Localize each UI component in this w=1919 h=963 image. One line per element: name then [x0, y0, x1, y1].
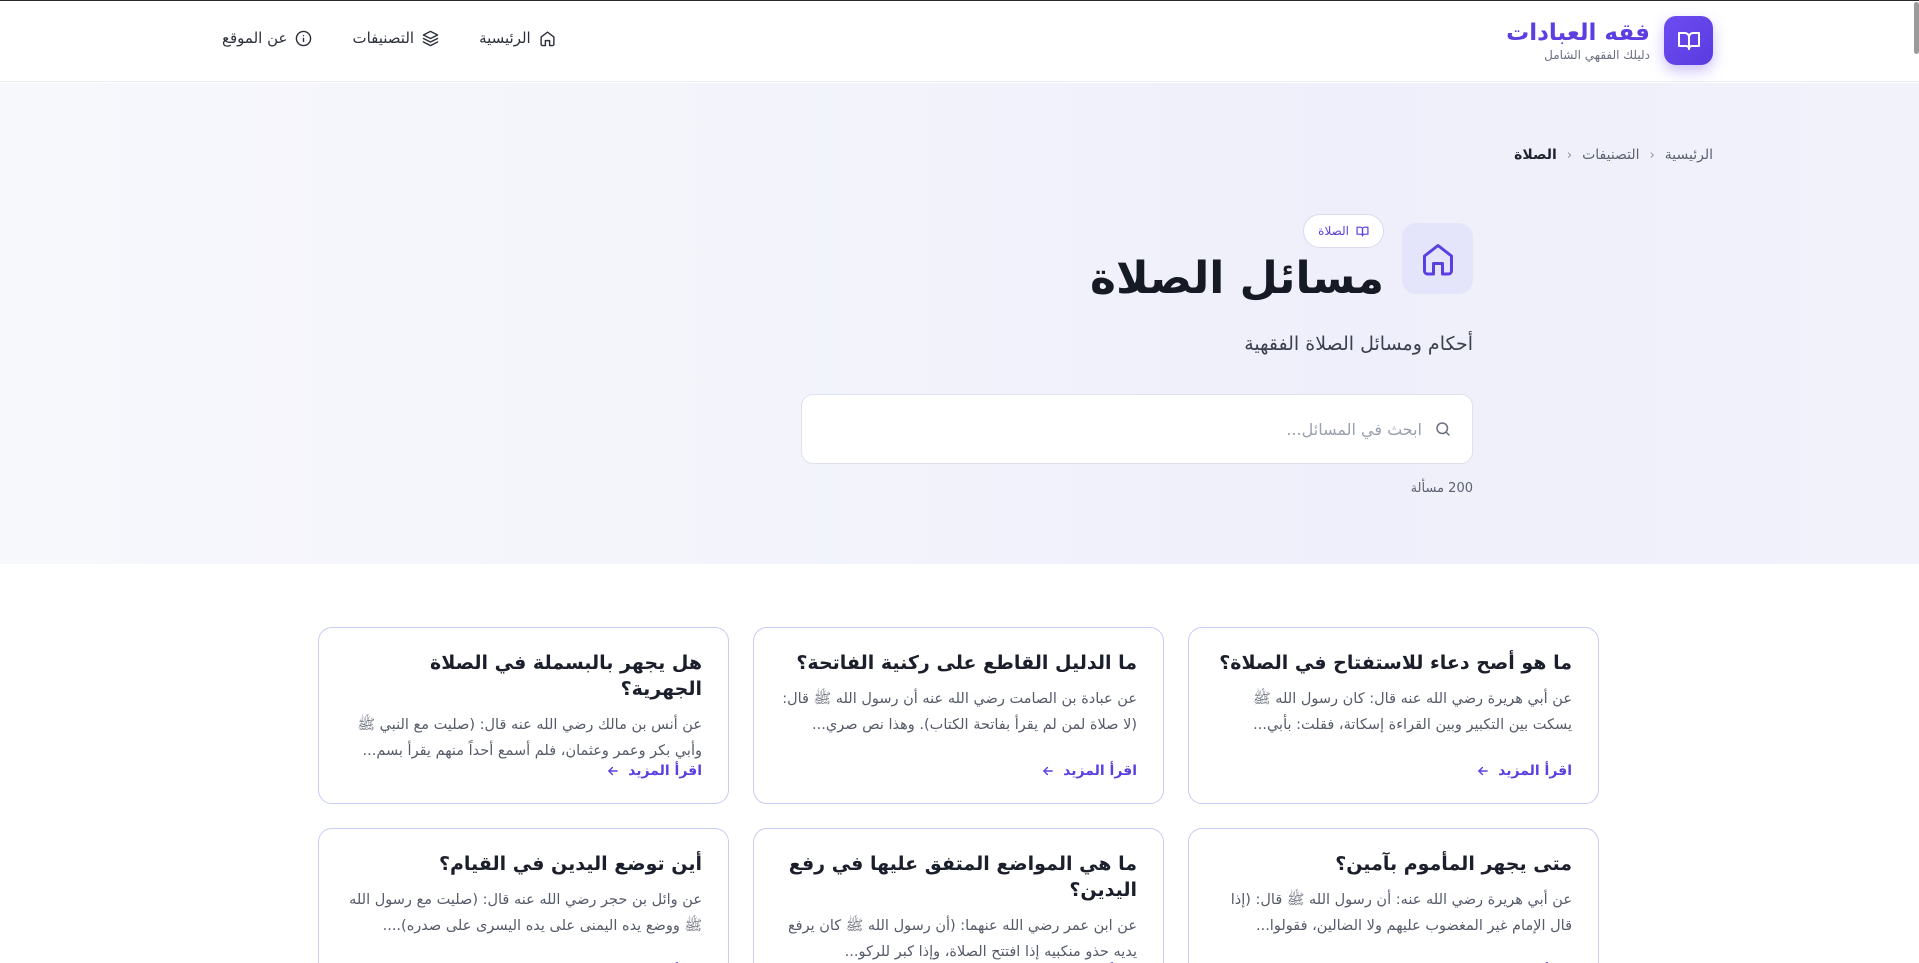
home-icon	[1422, 243, 1453, 275]
page-title: مسائل الصلاة	[1090, 253, 1384, 304]
card-excerpt: عن عبادة بن الصامت رضي الله عنه أن رسول …	[782, 691, 1137, 733]
card-title: ما هو أصح دعاء للاستفتاح في الصلاة؟	[1219, 652, 1572, 674]
book-open-icon	[1664, 16, 1713, 65]
arrow-left-icon	[608, 766, 618, 776]
brand-title: فقه العبادات	[1506, 19, 1650, 46]
nav-about[interactable]: عن الموقع	[222, 29, 312, 47]
card-excerpt: عن أبي هريرة رضي الله عنه قال: كان رسول …	[1253, 691, 1572, 733]
question-card[interactable]: متى يجهر المأموم بآمين؟ عن أبي هريرة رضي…	[1188, 828, 1599, 963]
card-excerpt: عن وائل بن حجر رضي الله عنه قال: (صليت م…	[349, 892, 702, 934]
category-tag: الصلاة	[1303, 214, 1384, 248]
card-title: ما الدليل القاطع على ركنية الفاتحة؟	[796, 652, 1137, 674]
card-title: متى يجهر المأموم بآمين؟	[1335, 853, 1572, 875]
arrow-left-icon	[1478, 766, 1488, 776]
read-more-label: اقرأ المزيد	[1498, 763, 1572, 779]
question-card[interactable]: أين توضع اليدين في القيام؟ عن وائل بن حج…	[318, 828, 729, 963]
question-card[interactable]: ما الدليل القاطع على ركنية الفاتحة؟ عن ع…	[753, 627, 1164, 804]
chevron-left-icon: ‹	[1649, 147, 1655, 163]
read-more-label: اقرأ المزيد	[628, 763, 702, 779]
site-header: فقه العبادات دليلك الفقهي الشامل الرئيسي…	[0, 1, 1919, 82]
nav-home[interactable]: الرئيسية	[479, 29, 556, 47]
question-card[interactable]: هل يجهر بالبسملة في الصلاة الجهرية؟ عن أ…	[318, 627, 729, 804]
search-input[interactable]	[862, 419, 1422, 439]
breadcrumb-categories[interactable]: التصنيفات	[1582, 147, 1640, 163]
category-tag-label: الصلاة	[1318, 224, 1349, 238]
brand-subtitle: دليلك الفقهي الشامل	[1544, 47, 1650, 62]
card-title: أين توضع اليدين في القيام؟	[438, 853, 702, 875]
nav-categories-label: التصنيفات	[352, 29, 415, 47]
card-title: ما هي المواضع المتفق عليها في رفع اليدين…	[788, 853, 1137, 901]
card-excerpt: عن أنس بن مالك رضي الله عنه قال: (صليت م…	[357, 717, 703, 759]
nav-categories[interactable]: التصنيفات	[352, 29, 439, 47]
questions-grid: ما هو أصح دعاء للاستفتاح في الصلاة؟ عن أ…	[318, 627, 1599, 963]
info-icon	[296, 30, 312, 46]
read-more-link[interactable]: اقرأ المزيد	[1476, 763, 1572, 779]
book-open-icon	[1356, 226, 1369, 236]
arrow-left-icon	[1043, 766, 1053, 776]
chevron-left-icon: ‹	[1566, 147, 1573, 163]
home-icon	[540, 30, 555, 46]
read-more-label: اقرأ المزيد	[1063, 763, 1137, 779]
page-subtitle: أحكام ومسائل الصلاة الفقهية	[1244, 333, 1473, 355]
breadcrumb-home[interactable]: الرئيسية	[1665, 147, 1713, 163]
category-hero: الرئيسية ‹ التصنيفات ‹ الصلاة الصلاة مسا…	[0, 83, 1919, 564]
nav-about-label: عن الموقع	[222, 29, 288, 47]
breadcrumb-current: الصلاة	[1514, 147, 1557, 163]
brand-text: فقه العبادات دليلك الفقهي الشامل	[1506, 19, 1650, 63]
results-count: 200 مسألة	[1410, 481, 1473, 496]
card-excerpt: عن ابن عمر رضي الله عنهما: (أن رسول الله…	[787, 918, 1137, 960]
page-scrollbar[interactable]	[1914, 2, 1919, 54]
question-card[interactable]: ما هو أصح دعاء للاستفتاح في الصلاة؟ عن أ…	[1188, 627, 1599, 804]
nav-home-label: الرئيسية	[479, 29, 531, 47]
layers-icon	[422, 30, 439, 46]
search-box	[801, 394, 1473, 464]
brand[interactable]: فقه العبادات دليلك الفقهي الشامل	[1506, 16, 1713, 65]
breadcrumb: الرئيسية ‹ التصنيفات ‹ الصلاة	[1514, 147, 1713, 163]
read-more-link[interactable]: اقرأ المزيد	[606, 763, 702, 779]
search-icon	[1436, 422, 1450, 436]
card-title: هل يجهر بالبسملة في الصلاة الجهرية؟	[430, 652, 702, 700]
category-icon	[1402, 223, 1473, 294]
card-excerpt: عن أبي هريرة رضي الله عنه: أن رسول الله …	[1230, 892, 1572, 934]
main-nav: الرئيسية التصنيفات عن الموقع	[222, 29, 556, 47]
question-card[interactable]: ما هي المواضع المتفق عليها في رفع اليدين…	[753, 828, 1164, 963]
read-more-link[interactable]: اقرأ المزيد	[1041, 763, 1137, 779]
